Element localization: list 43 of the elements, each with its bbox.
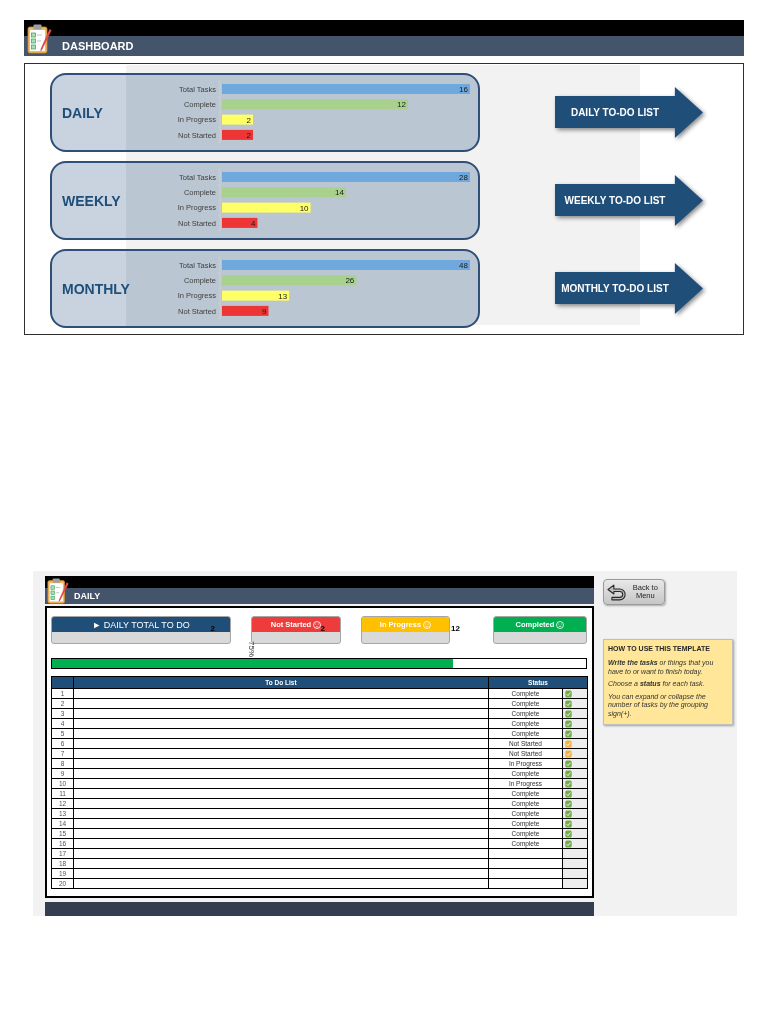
- value-label: 13: [278, 291, 288, 301]
- category-axis: [217, 257, 221, 319]
- percent-label: 75%: [247, 641, 255, 657]
- value-label: 48: [459, 261, 468, 270]
- list-link-button[interactable]: WEEKLY TO-DO LIST: [555, 175, 703, 226]
- value-label: 26: [345, 276, 355, 286]
- value-label: 9: [262, 306, 267, 316]
- icon-cell: [562, 858, 588, 869]
- value-label: 4: [251, 218, 256, 228]
- summary-count: 2: [320, 624, 325, 633]
- value-label: 10: [299, 203, 309, 213]
- value-label: 12: [397, 100, 406, 110]
- column-header: [51, 676, 74, 689]
- list-link-button[interactable]: DAILY TO-DO LIST: [555, 87, 703, 138]
- value-label: 16: [459, 85, 468, 94]
- chart-bar: [222, 114, 253, 125]
- card-title: WEEKLY: [61, 192, 122, 209]
- chart-bar: [222, 290, 290, 301]
- sad-face-icon: [313, 620, 322, 629]
- back-arrow-icon: [607, 583, 627, 601]
- value-label: 14: [335, 188, 344, 198]
- chart-bar: [222, 305, 269, 316]
- summary-count: 2: [210, 624, 215, 633]
- chart-bar: [222, 129, 253, 140]
- value-label: 2: [246, 115, 251, 125]
- value-label: 28: [459, 173, 468, 182]
- card-title: DAILY: [61, 104, 104, 121]
- summary-count: 12: [451, 624, 460, 633]
- list-link-button[interactable]: MONTHLY TO-DO LIST: [555, 263, 703, 314]
- category-axis: [217, 81, 221, 143]
- value-label: 2: [246, 130, 251, 140]
- summary-label: ► DAILY TOTAL TO DO: [92, 619, 190, 630]
- icon-cell: [562, 868, 588, 879]
- smile-face-icon: [556, 620, 565, 629]
- neutral-face-icon: [423, 620, 432, 629]
- header-title: DAILY: [74, 591, 101, 601]
- header-title: DASHBOARD: [62, 40, 134, 52]
- category-axis: [217, 169, 221, 231]
- clipboard-icon: [27, 24, 52, 54]
- clipboard-icon: [47, 578, 69, 604]
- icon-cell: [562, 878, 588, 889]
- card-title: MONTHLY: [61, 280, 131, 297]
- chart-bar: [222, 217, 258, 228]
